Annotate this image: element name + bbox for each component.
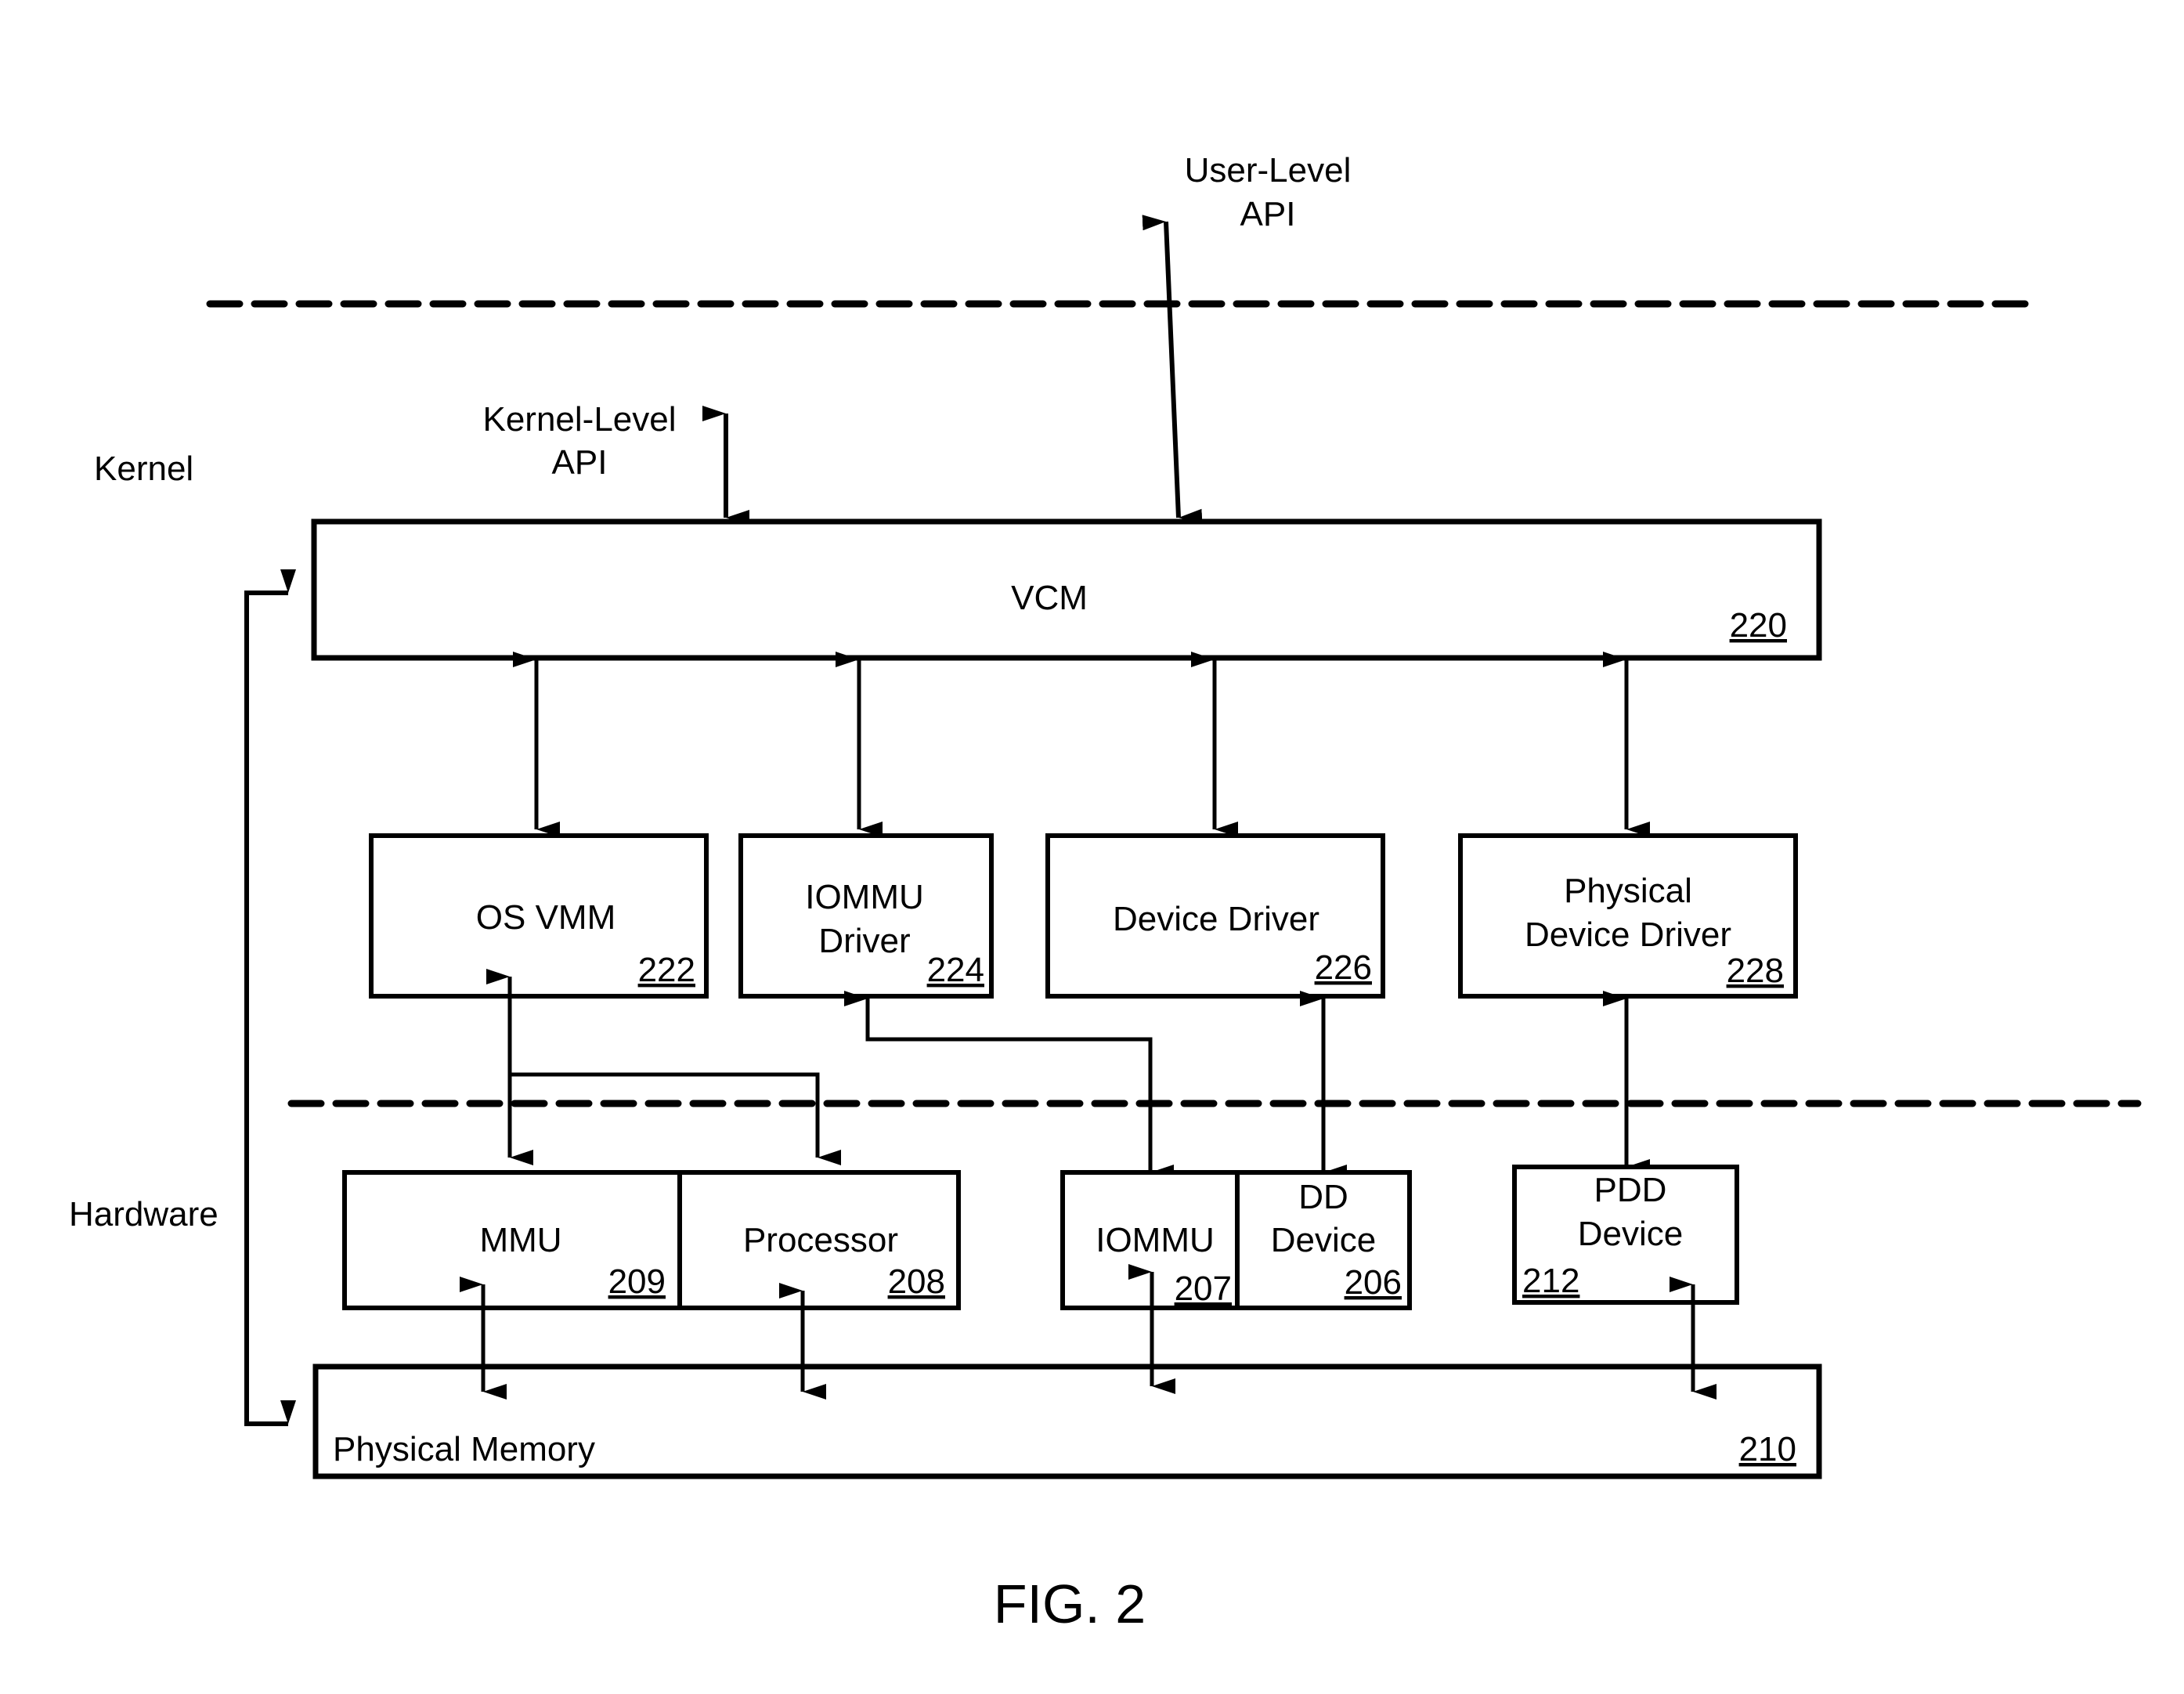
vcm-block: VCM 220 bbox=[311, 518, 1822, 661]
kernel-level-api: Kernel-Level API bbox=[482, 400, 676, 482]
kernel-region-label: Kernel bbox=[94, 450, 193, 488]
pdd-device-block: PDD Device 212 bbox=[1512, 1165, 1739, 1305]
dd-device-block: DD Device 206 bbox=[1235, 1170, 1412, 1310]
svg-text:212: 212 bbox=[1522, 1262, 1579, 1300]
iommu-driver-iommu-connector bbox=[844, 991, 1174, 1180]
os-vmm-block: OS VMM 222 bbox=[369, 833, 709, 999]
svg-text:Device: Device bbox=[1578, 1215, 1684, 1253]
svg-text:Physical: Physical bbox=[1564, 872, 1692, 910]
physical-memory-block: Physical Memory 210 bbox=[312, 1364, 1822, 1479]
svg-text:IOMMU: IOMMU bbox=[1096, 1221, 1215, 1259]
feedback-loop-to-vcm bbox=[244, 569, 296, 1424]
osvmm-processor-connector bbox=[510, 1072, 841, 1165]
physical-device-driver-block: Physical Device Driver 228 bbox=[1458, 833, 1798, 999]
svg-text:API: API bbox=[552, 443, 608, 482]
svg-text:224: 224 bbox=[927, 951, 984, 989]
svg-text:IOMMU: IOMMU bbox=[805, 878, 924, 916]
svg-text:206: 206 bbox=[1345, 1263, 1402, 1302]
device-driver-block: Device Driver 226 bbox=[1045, 833, 1385, 999]
iommu-driver-block: IOMMU Driver 224 bbox=[738, 833, 994, 999]
svg-text:MMU: MMU bbox=[479, 1221, 561, 1259]
svg-text:226: 226 bbox=[1315, 948, 1372, 987]
svg-text:222: 222 bbox=[638, 951, 695, 989]
hardware-region-label: Hardware bbox=[69, 1195, 218, 1233]
user-level-api: User-Level API bbox=[1185, 151, 1352, 233]
vcm-ref: 220 bbox=[1730, 606, 1787, 645]
figure-caption: FIG. 2 bbox=[994, 1573, 1146, 1634]
svg-text:207: 207 bbox=[1175, 1270, 1232, 1308]
user-level-api-arrow bbox=[1142, 215, 1203, 525]
svg-text:209: 209 bbox=[608, 1262, 666, 1301]
feedback-loop-to-memory bbox=[244, 1400, 296, 1426]
mmu-block: MMU 209 bbox=[342, 1170, 682, 1310]
svg-text:OS VMM: OS VMM bbox=[476, 898, 615, 937]
svg-text:API: API bbox=[1240, 195, 1296, 233]
svg-text:Device Driver: Device Driver bbox=[1525, 916, 1731, 954]
svg-text:Processor: Processor bbox=[743, 1221, 898, 1259]
svg-text:Driver: Driver bbox=[818, 922, 910, 960]
svg-text:User-Level: User-Level bbox=[1185, 151, 1352, 190]
svg-text:DD: DD bbox=[1298, 1178, 1348, 1216]
fig2-diagram: Kernel Hardware User-Level API Kernel-Le… bbox=[69, 151, 2142, 1634]
svg-text:208: 208 bbox=[888, 1262, 945, 1301]
svg-text:Device: Device bbox=[1271, 1221, 1377, 1259]
svg-text:Physical Memory: Physical Memory bbox=[333, 1430, 595, 1468]
svg-text:Kernel-Level: Kernel-Level bbox=[482, 400, 676, 439]
svg-text:228: 228 bbox=[1727, 952, 1784, 990]
svg-text:PDD: PDD bbox=[1594, 1171, 1667, 1209]
svg-text:Device Driver: Device Driver bbox=[1113, 900, 1319, 938]
vcm-label: VCM bbox=[1011, 579, 1088, 617]
svg-text:210: 210 bbox=[1739, 1430, 1796, 1468]
processor-block: Processor 208 bbox=[677, 1170, 961, 1310]
